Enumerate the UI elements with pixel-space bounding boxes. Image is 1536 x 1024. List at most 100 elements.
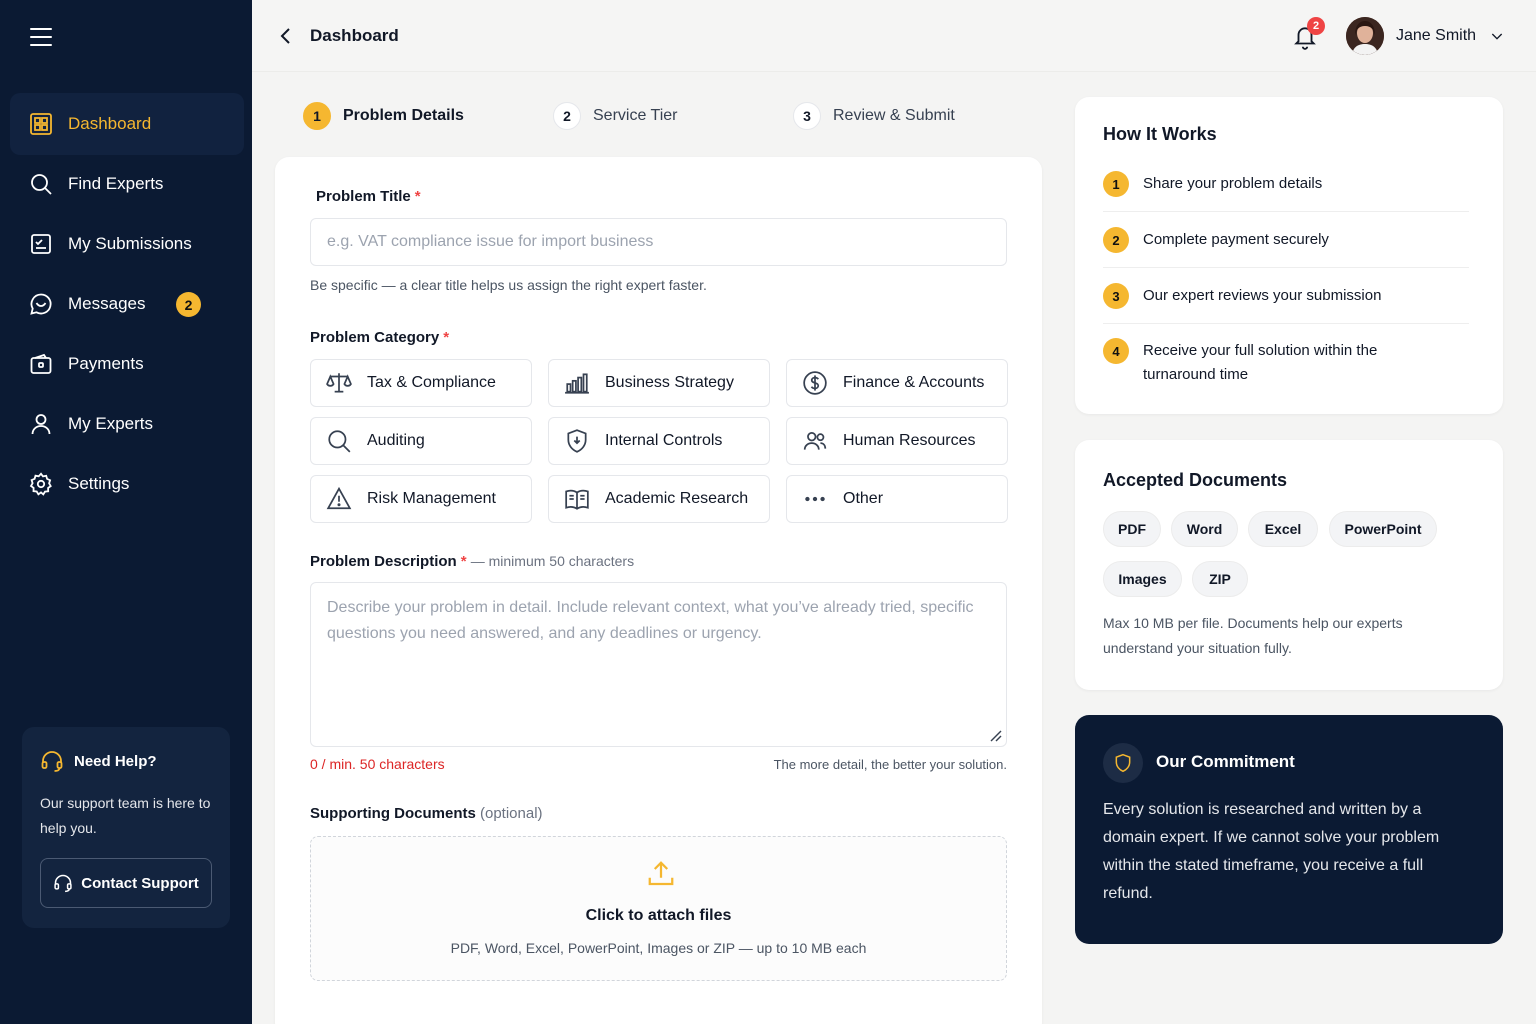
description-min-note: — minimum 50 characters [470, 553, 635, 569]
dropzone-title: Click to attach files [585, 907, 732, 924]
accepted-documents-title: Accepted Documents [1103, 470, 1288, 490]
sidebar-item-my-submissions[interactable]: My Submissions [10, 213, 244, 275]
contact-support-label: Contact Support [81, 874, 199, 892]
sidebar-item-find-experts[interactable]: Find Experts [10, 153, 244, 215]
category-risk-management[interactable]: Risk Management [310, 475, 532, 523]
help-text: Our support team is here to help you. [40, 795, 211, 836]
category-business-strategy[interactable]: Business Strategy [548, 359, 770, 407]
doc-type-chip: ZIP [1192, 561, 1248, 597]
step-label: Problem Details [343, 107, 464, 124]
submissions-icon [31, 234, 51, 254]
chevron-down-icon[interactable] [1489, 28, 1505, 44]
help-title-text: Need Help? [74, 752, 157, 770]
category-label: Risk Management [367, 490, 496, 507]
char-count: 0 / min. 50 characters [310, 756, 445, 772]
headset-icon [54, 874, 72, 893]
sidebar-item-messages[interactable]: Messages 2 [10, 273, 244, 335]
chevron-left-icon[interactable] [274, 24, 298, 48]
how-it-works-title: How It Works [1103, 124, 1217, 144]
accepted-documents-note: Max 10 MB per file. Documents help our e… [1103, 615, 1403, 656]
problem-title-label: Problem Title * [316, 188, 421, 205]
file-dropzone[interactable]: Click to attach files PDF, Word, Excel, … [310, 836, 1007, 981]
upload-icon [648, 861, 674, 886]
step-label: Review & Submit [833, 107, 955, 124]
step-number: 2 [1103, 227, 1129, 253]
warning-icon [326, 486, 352, 510]
bar-chart-icon [565, 373, 589, 394]
help-card: Need Help? Our support team is here to h… [22, 727, 230, 928]
divider [1103, 211, 1469, 212]
category-academic-research[interactable]: Academic Research [548, 475, 770, 523]
category-label: Human Resources [843, 432, 976, 449]
commitment-text: Every solution is researched and written… [1103, 801, 1440, 902]
how-it-works-step: 4 Receive your full solution within the … [1103, 338, 1469, 387]
step-number: 4 [1103, 338, 1129, 364]
category-other[interactable]: Other [786, 475, 1008, 523]
resize-handle-icon[interactable] [988, 728, 1002, 742]
step-review-submit[interactable]: 3 Review & Submit [793, 102, 955, 130]
avatar[interactable] [1346, 17, 1384, 55]
category-internal-controls[interactable]: Internal Controls [548, 417, 770, 465]
divider [1103, 267, 1469, 268]
menu-icon[interactable] [28, 25, 56, 49]
sidebar-item-label: My Experts [68, 414, 154, 433]
problem-category-label: Problem Category * [310, 329, 449, 346]
shield-icon [1103, 743, 1143, 783]
sidebar: Dashboard Find Experts My Submissions Me… [0, 0, 252, 1024]
required-mark: * [460, 553, 467, 570]
category-finance-accounts[interactable]: Finance & Accounts [786, 359, 1008, 407]
step-text: Complete payment securely [1143, 231, 1329, 248]
stepper: 1 Problem Details 2 Service Tier 3 Revie… [303, 102, 1043, 130]
category-label: Auditing [367, 432, 425, 449]
supporting-documents-label: Supporting Documents (optional) [310, 805, 543, 822]
messages-badge: 2 [176, 292, 201, 317]
problem-description-label: Problem Description * — minimum 50 charac… [310, 553, 634, 570]
how-it-works-step: 2 Complete payment securely [1103, 227, 1469, 253]
problem-title-hint: Be specific — a clear title helps us ass… [310, 277, 707, 293]
page-title: Dashboard [310, 26, 399, 45]
category-auditing[interactable]: Auditing [310, 417, 532, 465]
search-icon [31, 174, 52, 195]
sidebar-item-dashboard[interactable]: Dashboard [10, 93, 244, 155]
commitment-card: Our Commitment Every solution is researc… [1075, 715, 1503, 944]
doc-type-chip: PDF [1103, 511, 1161, 547]
user-name[interactable]: Jane Smith [1396, 27, 1476, 45]
contact-support-button[interactable]: Contact Support [40, 858, 212, 908]
category-label: Internal Controls [605, 432, 723, 449]
problem-form: Problem Title* Be specific — a clear tit… [275, 157, 1042, 1024]
dollar-icon [803, 371, 827, 395]
how-it-works-step: 3 Our expert reviews your submission [1103, 283, 1469, 309]
dropzone-subtitle: PDF, Word, Excel, PowerPoint, Images or … [450, 940, 867, 956]
category-label: Tax & Compliance [367, 374, 496, 391]
problem-title-input[interactable] [310, 218, 1007, 266]
sidebar-item-payments[interactable]: Payments [10, 333, 244, 395]
doc-type-chip: Excel [1248, 511, 1318, 547]
sidebar-item-settings[interactable]: Settings [10, 453, 244, 515]
sidebar-item-my-experts[interactable]: My Experts [10, 393, 244, 455]
step-problem-details[interactable]: 1 Problem Details [303, 102, 464, 130]
step-number: 2 [553, 102, 581, 130]
user-icon [31, 414, 51, 435]
category-human-resources[interactable]: Human Resources [786, 417, 1008, 465]
help-title: Need Help? [40, 749, 212, 773]
sidebar-item-label: Settings [68, 474, 130, 493]
label-text: Problem Category [310, 329, 440, 346]
step-number: 1 [1103, 171, 1129, 197]
problem-description-input[interactable] [310, 582, 1007, 747]
shield-icon [567, 429, 587, 453]
category-label: Business Strategy [605, 374, 734, 391]
step-service-tier[interactable]: 2 Service Tier [553, 102, 677, 130]
divider [1103, 323, 1469, 324]
sidebar-item-label: Messages [68, 294, 146, 313]
label-text: Supporting Documents [310, 805, 476, 822]
users-icon [803, 432, 827, 450]
category-label: Academic Research [605, 490, 749, 507]
category-tax-compliance[interactable]: Tax & Compliance [310, 359, 532, 407]
required-mark: * [443, 329, 450, 346]
how-it-works-step: 1 Share your problem details [1103, 171, 1469, 197]
doc-type-chip: Images [1103, 561, 1182, 597]
accepted-documents-card: Accepted Documents PDF Word Excel PowerP… [1075, 440, 1503, 690]
commitment-title: Our Commitment [1156, 752, 1295, 771]
sidebar-item-label: My Submissions [68, 234, 192, 253]
message-icon [30, 293, 52, 315]
